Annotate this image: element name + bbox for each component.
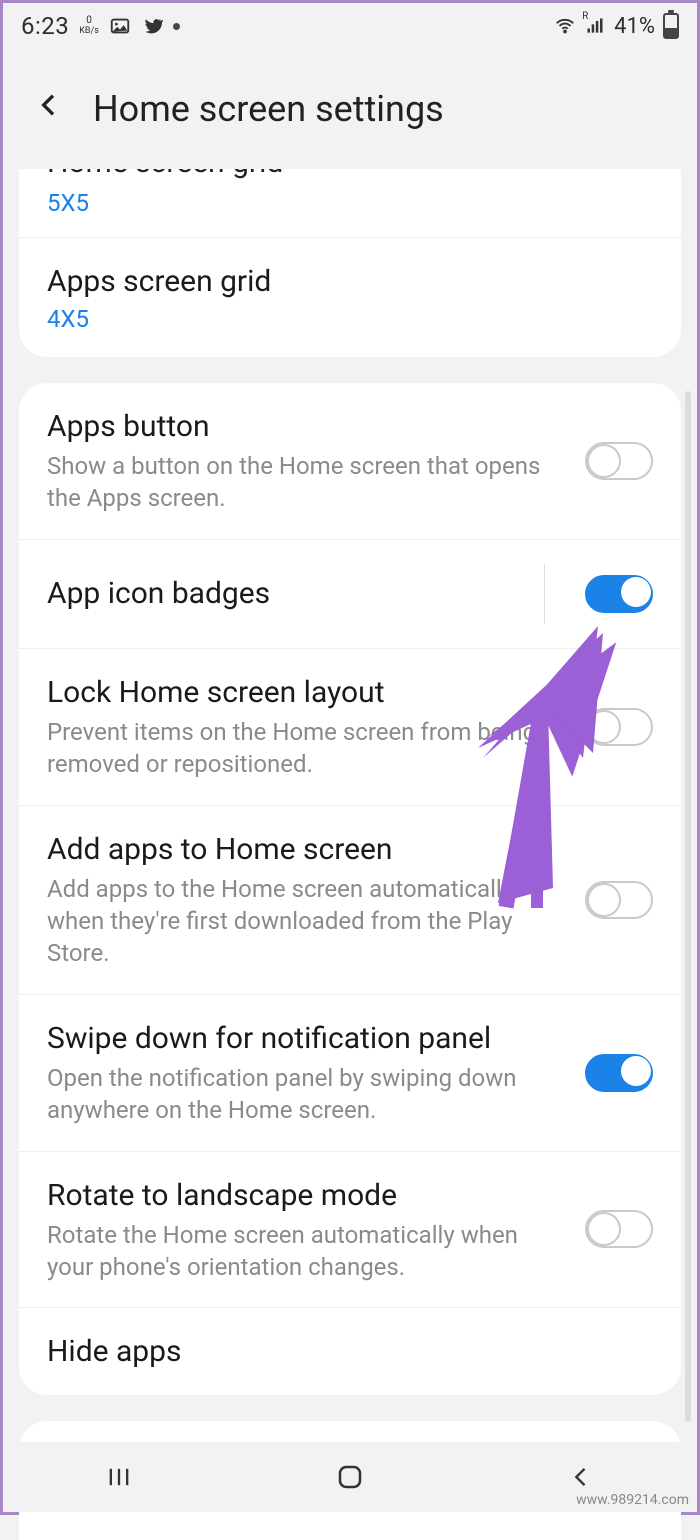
status-bar: 6:23 0KB/s R 41% bbox=[3, 3, 697, 49]
row-value: 5X5 bbox=[47, 189, 653, 217]
settings-group-main: Apps button Show a button on the Home sc… bbox=[19, 383, 681, 1395]
twitter-icon bbox=[141, 15, 163, 37]
row-swipe-down-panel[interactable]: Swipe down for notification panel Open t… bbox=[19, 995, 681, 1152]
toggle-rotate[interactable] bbox=[585, 1210, 653, 1248]
signal-icon: R bbox=[584, 15, 606, 37]
watermark-text: www.989214.com bbox=[576, 1492, 689, 1508]
row-apps-button[interactable]: Apps button Show a button on the Home sc… bbox=[19, 383, 681, 540]
row-title: Hide apps bbox=[47, 1332, 653, 1371]
toggle-icon-badges[interactable] bbox=[585, 575, 653, 613]
row-title: Swipe down for notification panel bbox=[47, 1019, 565, 1058]
wifi-icon bbox=[554, 15, 576, 37]
row-title-cut: Home screen grid bbox=[47, 169, 653, 185]
status-time: 6:23 bbox=[21, 12, 69, 40]
row-app-icon-badges[interactable]: App icon badges bbox=[19, 540, 681, 649]
row-rotate-landscape[interactable]: Rotate to landscape mode Rotate the Home… bbox=[19, 1152, 681, 1309]
row-title: App icon badges bbox=[47, 574, 524, 613]
toggle-swipe-down[interactable] bbox=[585, 1054, 653, 1092]
status-left: 6:23 0KB/s bbox=[21, 12, 180, 40]
status-right: R 41% bbox=[554, 13, 679, 39]
row-title: Rotate to landscape mode bbox=[47, 1176, 565, 1215]
scrollbar[interactable] bbox=[685, 391, 691, 1422]
row-subtitle: Rotate the Home screen automatically whe… bbox=[47, 1219, 565, 1284]
back-button[interactable] bbox=[33, 88, 65, 130]
row-hide-apps[interactable]: Hide apps bbox=[19, 1308, 681, 1395]
row-title: Add apps to Home screen bbox=[47, 830, 565, 869]
battery-icon bbox=[663, 13, 679, 39]
toggle-add-apps[interactable] bbox=[585, 881, 653, 919]
nav-recents-button[interactable] bbox=[99, 1457, 139, 1497]
settings-group-grid: Home screen grid 5X5 Apps screen grid 4X… bbox=[19, 169, 681, 357]
row-value: 4X5 bbox=[47, 305, 653, 333]
toggle-apps-button[interactable] bbox=[585, 442, 653, 480]
battery-percent: 41% bbox=[614, 14, 655, 39]
row-subtitle: Open the notification panel by swiping d… bbox=[47, 1062, 565, 1127]
row-subtitle: Prevent items on the Home screen from be… bbox=[47, 716, 565, 781]
row-title: Apps button bbox=[47, 407, 565, 446]
row-apps-screen-grid[interactable]: Apps screen grid 4X5 bbox=[19, 238, 681, 357]
network-speed-icon: 0KB/s bbox=[79, 16, 99, 36]
image-icon bbox=[109, 15, 131, 37]
row-home-screen-grid[interactable]: Home screen grid 5X5 bbox=[19, 169, 681, 238]
row-subtitle: Add apps to the Home screen automaticall… bbox=[47, 873, 565, 970]
page-title: Home screen settings bbox=[93, 88, 444, 130]
row-lock-home-layout[interactable]: Lock Home screen layout Prevent items on… bbox=[19, 649, 681, 806]
toggle-lock-layout[interactable] bbox=[585, 708, 653, 746]
divider bbox=[544, 564, 545, 624]
row-add-apps-home[interactable]: Add apps to Home screen Add apps to the … bbox=[19, 806, 681, 995]
more-notifications-icon bbox=[173, 23, 180, 30]
row-subtitle: Show a button on the Home screen that op… bbox=[47, 450, 565, 515]
row-title: Apps screen grid bbox=[47, 262, 653, 301]
app-header: Home screen settings bbox=[3, 49, 697, 169]
nav-home-button[interactable] bbox=[330, 1457, 370, 1497]
row-title: Lock Home screen layout bbox=[47, 673, 565, 712]
nav-back-button[interactable] bbox=[561, 1457, 601, 1497]
